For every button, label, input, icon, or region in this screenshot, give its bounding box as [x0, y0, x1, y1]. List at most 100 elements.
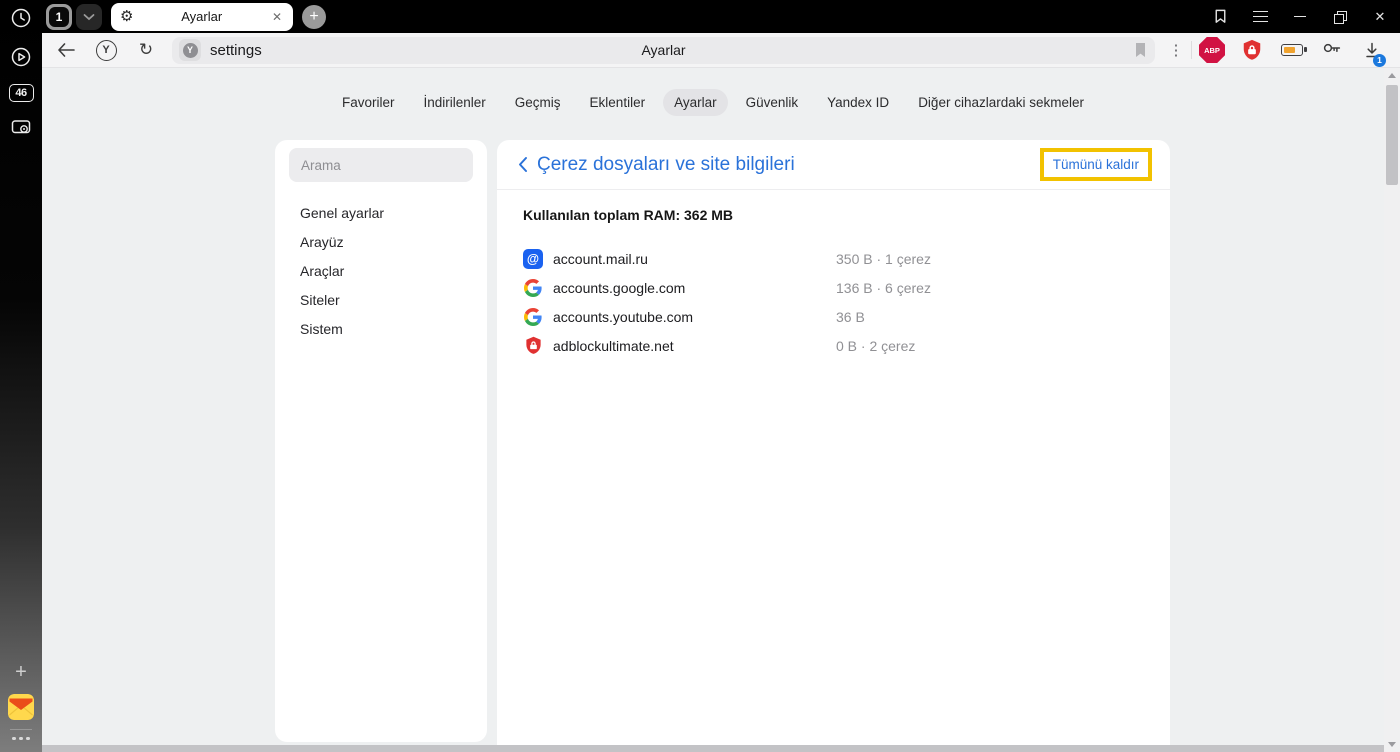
mailru-favicon-icon: @ — [523, 248, 543, 269]
plus-icon: + — [309, 7, 319, 25]
panel-body: Kullanılan toplam RAM: 362 MB @ account.… — [497, 190, 1170, 360]
url-text: settings — [210, 41, 262, 59]
panels-button[interactable] — [1200, 0, 1240, 33]
browser-menu-button[interactable] — [1240, 0, 1280, 33]
close-window-button[interactable]: ✕ — [1360, 0, 1400, 33]
minimize-icon — [1294, 15, 1306, 18]
nav-tab[interactable]: Yandex ID — [816, 89, 900, 116]
chevron-left-icon — [518, 157, 527, 172]
tab-strip: 1 ⚙ Ayarlar ✕ + ✕ — [42, 0, 1400, 33]
toolbar: Y ↻ Y settings Ayarlar ⋮ ABP 1 — [42, 33, 1400, 68]
back-button[interactable] — [46, 33, 86, 68]
cookies-panel: Çerez dosyaları ve site bilgileri Tümünü… — [497, 140, 1170, 745]
add-panel-button[interactable]: + — [15, 661, 27, 684]
site-badge-icon[interactable]: Y — [179, 39, 201, 61]
tab-close-button[interactable]: ✕ — [270, 8, 284, 26]
minimize-button[interactable] — [1280, 0, 1320, 33]
yandex-icon: Y — [95, 39, 117, 61]
ram-total-text: Kullanılan toplam RAM: 362 MB — [523, 207, 734, 223]
site-info: 36 B — [836, 308, 865, 325]
site-domain: accounts.google.com — [553, 279, 686, 296]
sidebar-item[interactable]: Genel ayarlar — [275, 198, 487, 227]
new-tab-button[interactable]: + — [302, 4, 326, 29]
abp-extension-button[interactable]: ABP — [1192, 33, 1232, 68]
vertical-scrollbar[interactable] — [1384, 68, 1400, 752]
menu-icon — [1252, 10, 1268, 23]
passwords-button[interactable] — [1312, 33, 1352, 68]
site-row[interactable]: adblockultimate.net 0 B · 2 çerez — [523, 331, 1146, 360]
sidebar-item[interactable]: Arayüz — [275, 227, 487, 256]
address-bar[interactable]: Y settings Ayarlar — [172, 36, 1155, 64]
horizontal-scrollbar[interactable] — [42, 745, 1384, 752]
back-chevron-button[interactable] — [511, 154, 533, 176]
chevron-down-icon — [83, 13, 95, 20]
home-button[interactable]: Y — [86, 33, 126, 68]
mail-icon[interactable] — [8, 693, 34, 720]
restore-button[interactable] — [1320, 0, 1360, 33]
refresh-icon: ↻ — [138, 40, 154, 59]
bookmark-page-button[interactable] — [1133, 42, 1148, 58]
page-title: Ayarlar — [641, 42, 686, 58]
nav-tab[interactable]: Ayarlar — [663, 89, 728, 116]
power-saving-button[interactable] — [1272, 33, 1312, 68]
search-input[interactable] — [289, 157, 473, 173]
back-arrow-icon — [58, 43, 75, 57]
shield-favicon-icon — [525, 336, 541, 354]
download-badge: 1 — [1373, 53, 1386, 67]
rail-divider — [10, 728, 32, 730]
bookmark-filled-icon — [1136, 43, 1145, 57]
scrollbar-thumb[interactable] — [1386, 85, 1398, 185]
settings-top-nav: Favoriler İndirilenler Geçmiş Eklentiler Aya… — [42, 89, 1384, 116]
key-icon — [1323, 43, 1341, 53]
player-icon[interactable] — [9, 45, 33, 69]
nav-tab[interactable]: Eklentiler — [579, 89, 657, 116]
tab-counter-value: 1 — [49, 6, 69, 27]
site-row[interactable]: @ account.mail.ru 350 B · 1 çerez — [523, 244, 1146, 273]
panel-header: Çerez dosyaları ve site bilgileri Tümünü… — [497, 140, 1170, 190]
tab-count-badge[interactable]: 46 — [8, 84, 34, 102]
refresh-button[interactable]: ↻ — [126, 33, 166, 68]
nav-tab[interactable]: Diğer cihazlardaki sekmeler — [907, 89, 1095, 116]
scroll-up-arrow[interactable] — [1388, 73, 1396, 78]
active-tab[interactable]: ⚙ Ayarlar ✕ — [111, 2, 293, 31]
left-rail: 46 + — [0, 0, 42, 752]
nav-tab[interactable]: İndirilenler — [413, 89, 497, 116]
google-favicon-icon — [524, 278, 542, 297]
site-info: 136 B · 6 çerez — [836, 279, 931, 296]
downloads-button[interactable]: 1 — [1352, 33, 1392, 68]
site-domain: adblockultimate.net — [553, 337, 674, 354]
scroll-down-arrow[interactable] — [1388, 742, 1396, 747]
nav-tab[interactable]: Geçmiş — [504, 89, 572, 116]
shield-lock-icon — [1243, 39, 1261, 60]
toolbar-menu-button[interactable]: ⋮ — [1161, 41, 1191, 59]
tab-title: Ayarlar — [181, 9, 223, 24]
nav-tab[interactable]: Güvenlik — [735, 89, 810, 116]
close-icon: ✕ — [1374, 8, 1386, 24]
site-info: 0 B · 2 çerez — [836, 337, 916, 354]
protect-extension-button[interactable] — [1232, 33, 1272, 68]
sidebar-item[interactable]: Siteler — [275, 285, 487, 314]
mailru-favicon: @ — [523, 248, 543, 269]
settings-sidebar: Genel ayarlarArayüzAraçlarSitelerSistem — [275, 140, 487, 742]
google-favicon — [523, 307, 543, 327]
search-box — [289, 148, 473, 182]
sidebar-item[interactable]: Araçlar — [275, 256, 487, 285]
remove-all-button[interactable]: Tümünü kaldır — [1039, 148, 1152, 181]
more-options-button[interactable] — [12, 736, 30, 740]
tab-counter[interactable]: 1 — [46, 3, 72, 30]
sidebar-nav: Genel ayarlar Arayüz Araçlar Siteler Sistem — [275, 198, 487, 343]
history-icon[interactable] — [9, 6, 33, 30]
google-favicon — [523, 278, 543, 298]
screenshot-icon[interactable] — [9, 115, 33, 139]
site-row[interactable]: accounts.google.com 136 B · 6 çerez — [523, 273, 1146, 302]
site-row[interactable]: accounts.youtube.com 36 B — [523, 302, 1146, 331]
site-info: 350 B · 1 çerez — [836, 250, 931, 267]
sidebar-item[interactable]: Sistem — [275, 314, 487, 343]
site-domain: accounts.youtube.com — [553, 308, 694, 325]
gear-icon: ⚙ — [120, 8, 134, 25]
bookmark-icon — [1215, 9, 1225, 23]
settings-page: Favoriler İndirilenler Geçmiş Eklentiler Aya… — [42, 68, 1400, 752]
tabs-dropdown-button[interactable] — [76, 3, 102, 30]
battery-icon — [1281, 44, 1307, 56]
nav-tab[interactable]: Favoriler — [331, 89, 406, 116]
